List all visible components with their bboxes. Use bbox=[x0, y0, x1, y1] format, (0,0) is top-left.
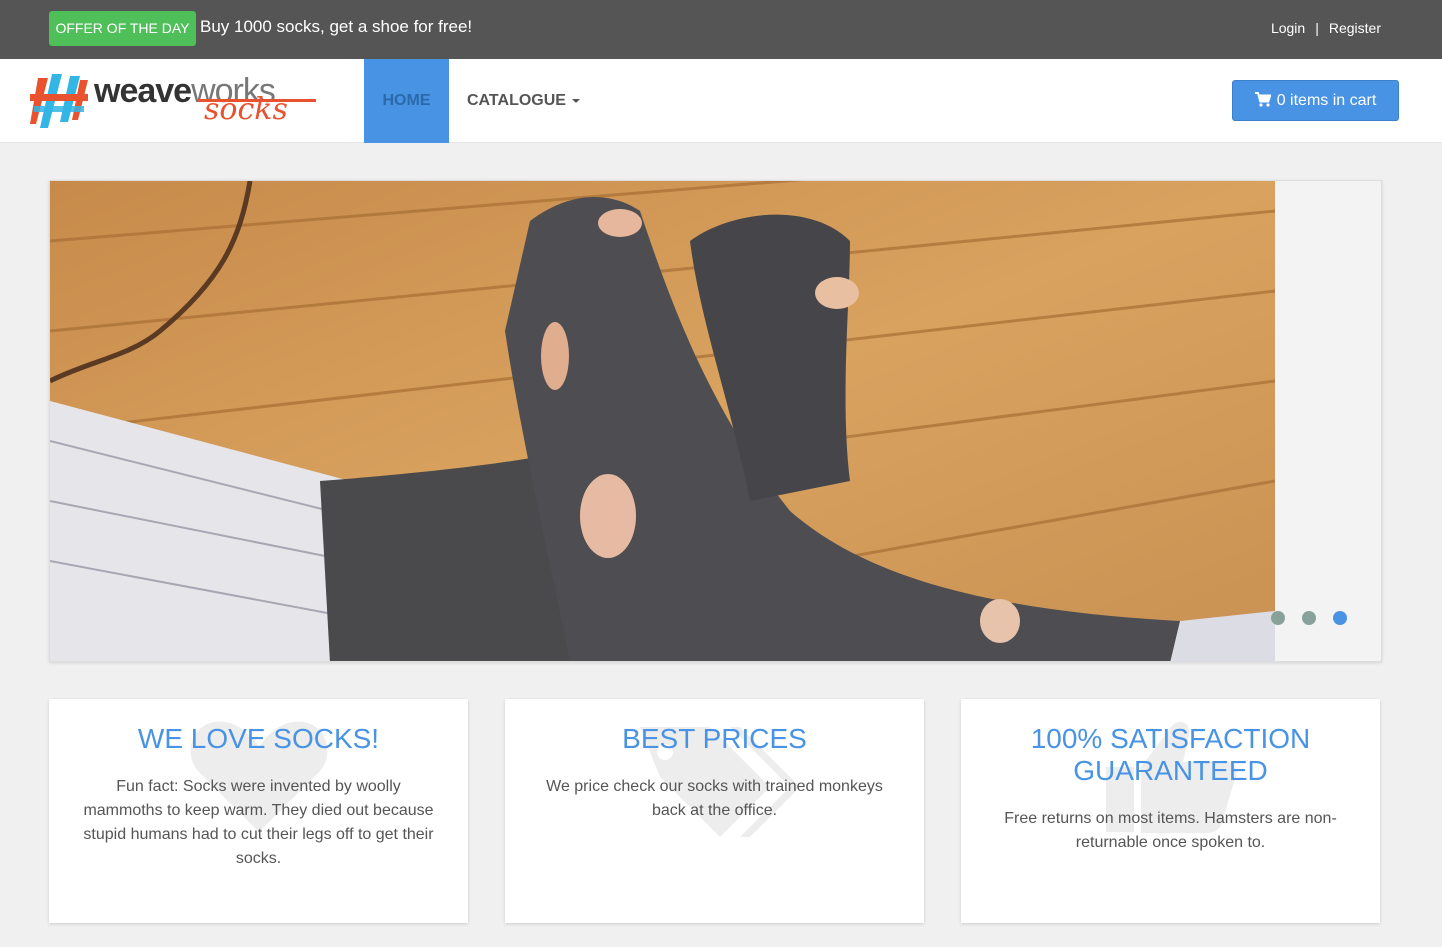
hero-carousel[interactable] bbox=[49, 180, 1382, 662]
cart-button[interactable]: 0 items in cart bbox=[1232, 80, 1399, 121]
caret-down-icon bbox=[571, 98, 580, 103]
feature-box-satisfaction: 100% SATISFACTION GUARANTEED Free return… bbox=[961, 699, 1380, 923]
feature-title: 100% SATISFACTION GUARANTEED bbox=[1030, 723, 1311, 786]
feature-title: BEST PRICES bbox=[622, 723, 807, 754]
nav-catalogue-label: CATALOGUE bbox=[467, 92, 566, 109]
carousel-slide-image bbox=[50, 181, 1275, 661]
offer-of-the-day-badge[interactable]: OFFER OF THE DAY bbox=[49, 11, 196, 46]
register-link[interactable]: Register bbox=[1329, 19, 1381, 37]
carousel-dot-3[interactable] bbox=[1333, 611, 1347, 625]
offer-text: Buy 1000 socks, get a shoe for free! bbox=[200, 17, 473, 36]
nav-home[interactable]: HOME bbox=[364, 59, 449, 143]
feature-text: We price check our socks with trained mo… bbox=[546, 778, 883, 819]
nav-catalogue-dropdown[interactable]: CATALOGUE bbox=[467, 59, 580, 143]
main-navbar: weaveworks socks HOME CATALOGUE 0 items … bbox=[0, 59, 1442, 143]
top-bar: OFFER OF THE DAY Buy 1000 socks, get a s… bbox=[0, 0, 1442, 59]
feature-box-love-socks: WE LOVE SOCKS! Fun fact: Socks were inve… bbox=[49, 699, 468, 923]
login-link[interactable]: Login bbox=[1271, 19, 1305, 37]
weaveworks-socks-logo[interactable]: weaveworks socks bbox=[30, 70, 320, 132]
carousel-dot-2[interactable] bbox=[1302, 611, 1316, 625]
carousel-dot-1[interactable] bbox=[1271, 611, 1285, 625]
logo-mark-icon bbox=[30, 74, 88, 128]
feature-text: Fun fact: Socks were invented by woolly … bbox=[83, 778, 434, 867]
cart-label: 0 items in cart bbox=[1276, 92, 1377, 109]
logo-script: socks bbox=[204, 92, 288, 127]
auth-separator: | bbox=[1315, 20, 1319, 36]
feature-box-best-prices: BEST PRICES We price check our socks wit… bbox=[505, 699, 924, 923]
feature-text: Free returns on most items. Hamsters are… bbox=[1004, 810, 1337, 851]
auth-links: Login | Register bbox=[1271, 19, 1381, 37]
feature-title: WE LOVE SOCKS! bbox=[137, 723, 380, 754]
carousel-indicators bbox=[1271, 611, 1361, 627]
shopping-cart-icon bbox=[1254, 92, 1272, 107]
